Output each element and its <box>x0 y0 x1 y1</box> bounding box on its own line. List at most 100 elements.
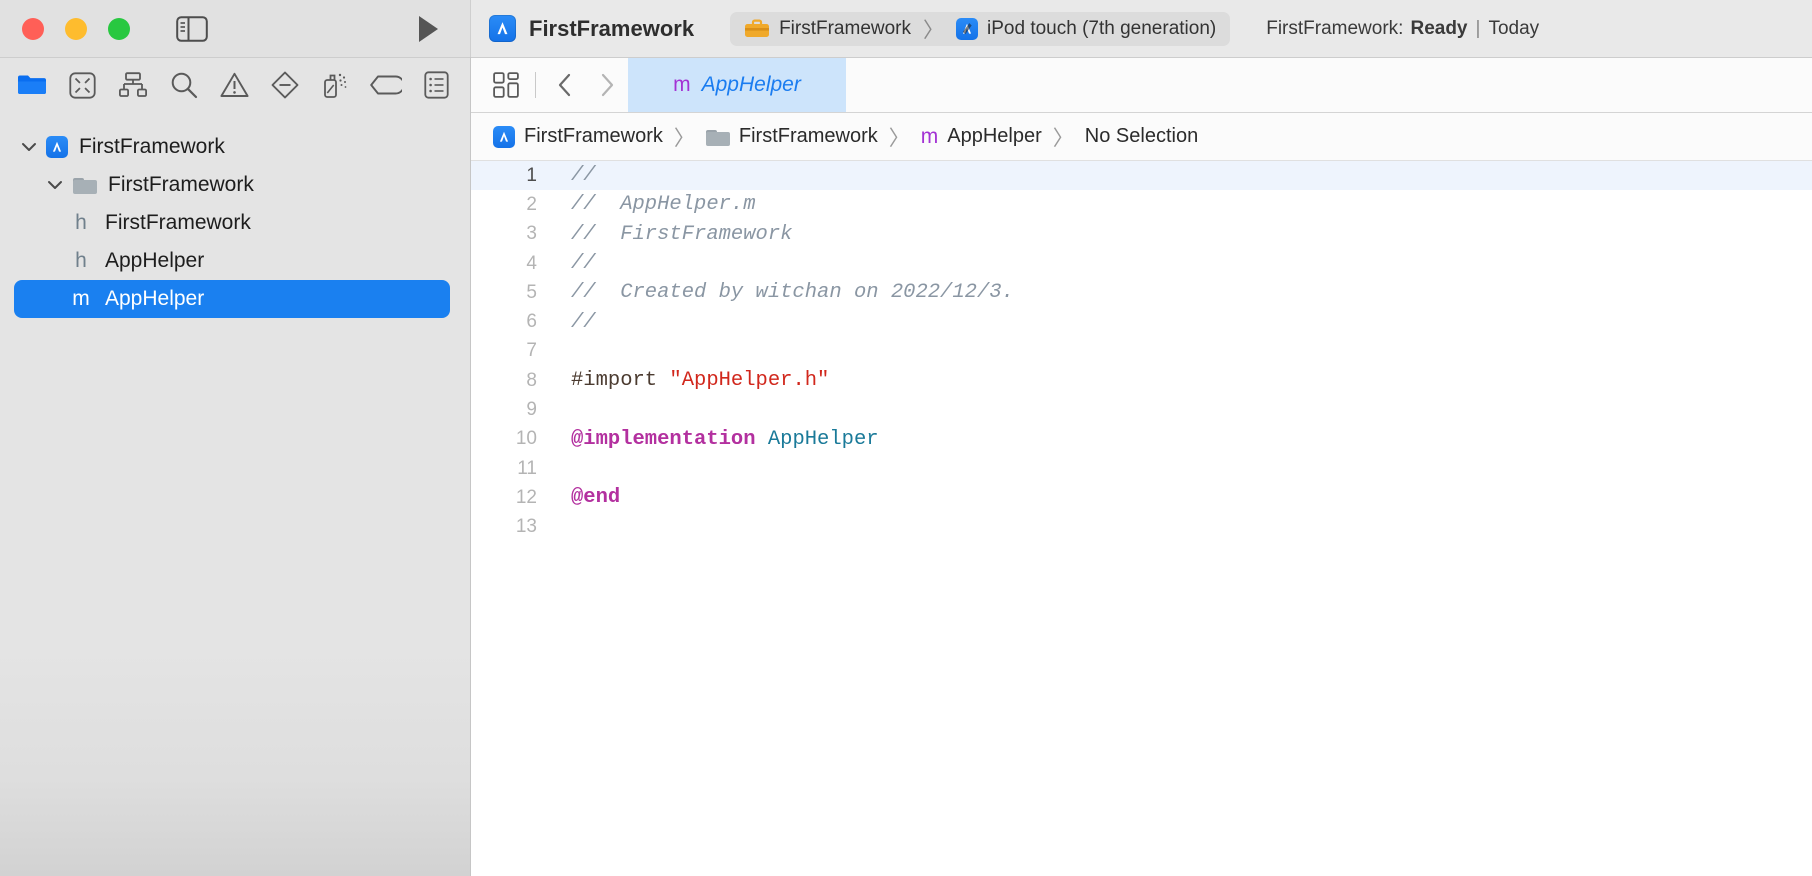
folder-icon <box>705 128 730 146</box>
breakpoint-tag-icon[interactable] <box>364 66 408 104</box>
editor-panel: m AppHelper FirstFramework 〉 FirstFramew… <box>471 57 1812 876</box>
disclosure-triangle-icon[interactable] <box>42 179 68 191</box>
grid-layout-icon[interactable] <box>485 65 527 105</box>
debug-spray-icon[interactable] <box>313 66 357 104</box>
tree-item-label: AppHelper <box>105 249 205 272</box>
code-token-comment: // <box>571 310 596 334</box>
breadcrumb: FirstFramework 〉 FirstFramework 〉 m AppH… <box>471 113 1812 161</box>
code-line[interactable]: 9 <box>471 395 1812 424</box>
tree-item-group-firstframework[interactable]: FirstFramework <box>0 166 470 204</box>
simulator-icon <box>956 17 979 40</box>
source-control-icon[interactable] <box>61 66 105 104</box>
tree-item-file-apphelper-h[interactable]: h AppHelper <box>0 242 470 280</box>
tree-item-label: FirstFramework <box>79 135 225 158</box>
window-title: FirstFramework <box>529 15 695 41</box>
line-number: 4 <box>526 252 537 274</box>
project-navigator-tree: FirstFramework FirstFramework h FirstFra… <box>0 112 470 876</box>
xcode-project-icon <box>493 125 515 148</box>
line-number: 1 <box>526 164 537 186</box>
code-token-str: "AppHelper.h" <box>669 369 830 393</box>
code-line[interactable]: 10 @implementation AppHelper <box>471 425 1812 454</box>
toolbox-icon <box>745 19 770 37</box>
close-button[interactable] <box>22 17 44 40</box>
title-bar: FirstFramework FirstFramework 〉 iPod tou… <box>0 0 1812 57</box>
title-bar-left <box>0 0 470 57</box>
forward-chevron-icon[interactable] <box>586 65 628 105</box>
tree-item-project-firstframework[interactable]: FirstFramework <box>0 128 470 166</box>
code-line[interactable]: 12 @end <box>471 483 1812 512</box>
xcode-project-icon <box>46 136 68 158</box>
line-number: 8 <box>526 369 537 391</box>
code-line-text: // Created by witchan on 2022/12/3. <box>549 281 1014 304</box>
disclosure-triangle-icon[interactable] <box>16 141 42 153</box>
breadcrumb-label: FirstFramework <box>524 125 663 147</box>
code-line[interactable]: 11 <box>471 454 1812 483</box>
minimize-button[interactable] <box>65 17 87 40</box>
code-line-text: // <box>549 311 596 334</box>
code-line-text: @end <box>549 486 620 509</box>
scheme-destination-name: iPod touch (7th generation) <box>987 17 1217 39</box>
line-number: 6 <box>526 311 537 333</box>
tab-bar-empty-space <box>846 58 1812 112</box>
code-line[interactable]: 3 // FirstFramework <box>471 220 1812 249</box>
code-token-comment: // AppHelper.m <box>571 193 756 217</box>
code-token-kw: @end <box>571 486 621 510</box>
code-line[interactable]: 4 // <box>471 249 1812 278</box>
folder-icon[interactable] <box>10 66 54 104</box>
code-line-text: // <box>549 164 596 187</box>
header-file-badge: h <box>75 211 87 234</box>
status-bar[interactable]: FirstFramework: Ready | Today <box>1266 18 1539 40</box>
code-line-text: #import "AppHelper.h" <box>549 369 829 392</box>
code-line[interactable]: 2 // AppHelper.m <box>471 190 1812 219</box>
breadcrumb-item-project[interactable]: FirstFramework <box>493 125 663 148</box>
report-log-icon[interactable] <box>414 66 458 104</box>
back-chevron-icon[interactable] <box>544 65 586 105</box>
line-number: 11 <box>517 457 537 479</box>
breadcrumb-item-group[interactable]: FirstFramework <box>705 125 878 148</box>
sidebar-toggle-icon[interactable] <box>173 14 211 44</box>
code-editor[interactable]: 1//2// AppHelper.m 3// FirstFramework 4//5… <box>471 161 1812 876</box>
line-number: 9 <box>526 399 537 421</box>
toolbar-divider <box>535 72 536 98</box>
code-line[interactable]: 5 // Created by witchan on 2022/12/3. <box>471 278 1812 307</box>
line-number: 5 <box>526 281 537 303</box>
status-state: Ready <box>1410 17 1468 39</box>
scheme-selector[interactable]: FirstFramework 〉 iPod touch (7th generat… <box>730 11 1231 46</box>
breadcrumb-label: No Selection <box>1084 125 1199 147</box>
code-line-text: // FirstFramework <box>549 223 792 246</box>
search-icon[interactable] <box>162 66 206 104</box>
breadcrumb-separator: 〉 <box>888 126 910 150</box>
breadcrumb-label: FirstFramework <box>738 125 878 147</box>
line-number: 10 <box>515 428 537 450</box>
code-line[interactable]: 13 <box>471 513 1812 542</box>
symbol-hierarchy-icon[interactable] <box>111 66 155 104</box>
issue-warning-icon[interactable] <box>212 66 256 104</box>
breadcrumb-item-file[interactable]: m AppHelper <box>921 125 1042 149</box>
implementation-file-badge: m <box>673 73 691 96</box>
status-prefix: FirstFramework: <box>1266 17 1404 39</box>
header-file-badge: h <box>75 249 87 272</box>
breadcrumb-item-selection[interactable]: No Selection <box>1085 125 1198 148</box>
code-line[interactable]: 7 <box>471 337 1812 366</box>
status-time: Today <box>1488 17 1540 39</box>
tab-label: AppHelper <box>701 73 801 96</box>
tab-apphelper-m[interactable]: m AppHelper <box>628 58 846 112</box>
tree-item-file-firstframework-h[interactable]: h FirstFramework <box>0 204 470 242</box>
breadcrumb-label: AppHelper <box>947 125 1042 147</box>
breadcrumb-separator: 〉 <box>673 126 695 150</box>
code-line-text: @implementation AppHelper <box>549 428 879 451</box>
code-token-comment: // FirstFramework <box>571 222 793 246</box>
editor-tab-bar-controls <box>471 58 628 112</box>
code-line[interactable]: 8 #import "AppHelper.h" <box>471 366 1812 395</box>
maximize-button[interactable] <box>108 17 130 40</box>
code-line[interactable]: 6 // <box>471 307 1812 336</box>
tree-item-label: FirstFramework <box>105 211 251 234</box>
implementation-file-badge: m <box>920 124 939 148</box>
navigator-toolbar <box>0 57 470 112</box>
run-play-icon[interactable] <box>412 12 444 46</box>
tree-item-file-apphelper-m[interactable]: m AppHelper <box>14 280 450 318</box>
test-diamond-icon[interactable] <box>263 66 307 104</box>
main-body: FirstFramework FirstFramework h FirstFra… <box>0 57 1812 876</box>
code-line[interactable]: 1 // <box>471 161 1812 191</box>
